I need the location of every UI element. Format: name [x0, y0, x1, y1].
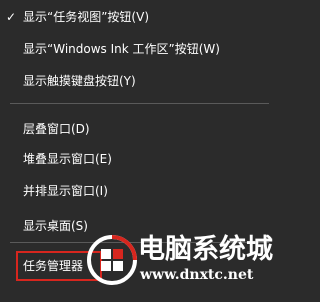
- watermark-url: www.dnxtc.net: [140, 267, 254, 283]
- menu-item-show-touch-keyboard-button[interactable]: 显示触摸键盘按钮(Y): [0, 69, 271, 93]
- checkmark-icon: ✓: [6, 10, 17, 24]
- menu-item-label: 堆叠显示窗口(E): [23, 152, 112, 166]
- menu-item-show-windows-ink-button[interactable]: 显示“Windows Ink 工作区”按钮(W): [0, 37, 271, 61]
- menu-item-label: 层叠窗口(D): [23, 122, 90, 136]
- watermark: 电脑系统城 www.dnxtc.net: [86, 228, 273, 302]
- menu-item-stack-windows[interactable]: 堆叠显示窗口(E): [0, 147, 271, 171]
- watermark-logo-icon: [87, 235, 137, 285]
- menu-item-cascade-windows[interactable]: 层叠窗口(D): [0, 117, 271, 141]
- menu-item-label: 显示“任务视图”按钮(V): [23, 10, 150, 24]
- menu-item-label: 显示触摸键盘按钮(Y): [23, 74, 136, 88]
- taskbar-context-menu: ✓ 显示“任务视图”按钮(V) 显示“Windows Ink 工作区”按钮(W)…: [0, 0, 273, 302]
- menu-divider: [10, 103, 269, 104]
- menu-item-label: 显示“Windows Ink 工作区”按钮(W): [23, 42, 220, 56]
- menu-item-show-task-view-button[interactable]: ✓ 显示“任务视图”按钮(V): [0, 5, 271, 29]
- watermark-title: 电脑系统城: [138, 234, 273, 265]
- menu-item-label: 显示桌面(S): [23, 219, 88, 233]
- menu-item-label: 并排显示窗口(I): [23, 184, 108, 198]
- menu-item-side-by-side-windows[interactable]: 并排显示窗口(I): [0, 179, 271, 203]
